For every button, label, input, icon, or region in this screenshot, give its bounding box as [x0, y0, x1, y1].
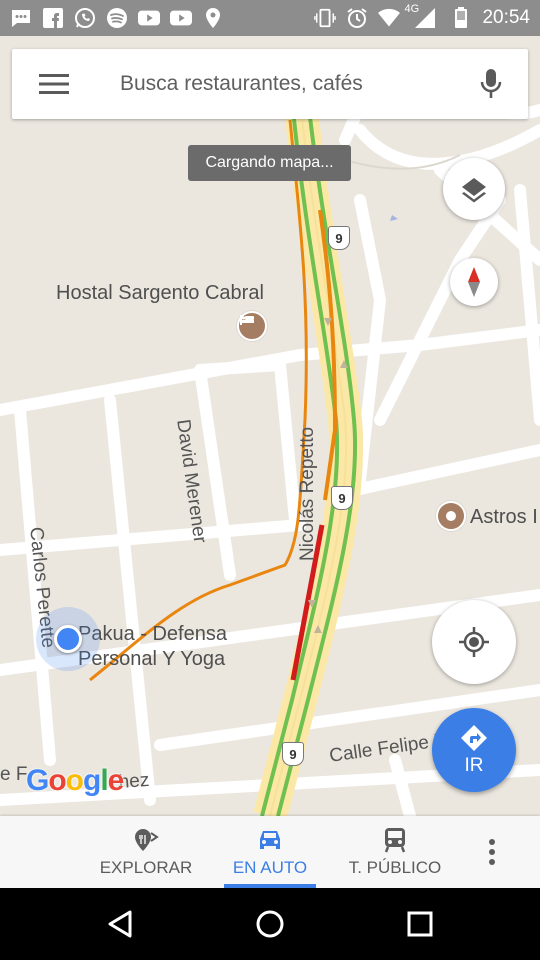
wifi-icon	[378, 7, 401, 29]
tab-drive-label: EN AUTO	[232, 858, 308, 877]
more-vert-icon	[489, 839, 495, 865]
search-input[interactable]: Busca restaurantes, cafés	[120, 72, 464, 96]
street-label-nicolas-repetto: Nicolás Repetto	[297, 426, 318, 561]
tab-explore[interactable]: EXPLORAR	[96, 816, 196, 888]
route-shield: 9	[331, 486, 353, 510]
alarm-icon	[346, 7, 368, 29]
my-location-button[interactable]	[432, 600, 516, 684]
loading-toast: Cargando mapa...	[188, 145, 351, 181]
spotify-icon	[106, 7, 128, 29]
system-nav-bar	[0, 888, 540, 960]
explore-pin-icon	[132, 826, 160, 854]
home-button[interactable]	[250, 904, 290, 944]
recents-icon	[407, 911, 433, 937]
route-shield: 9	[282, 742, 304, 766]
facebook-icon	[42, 7, 64, 29]
youtube-icon	[170, 7, 192, 29]
search-bar[interactable]: Busca restaurantes, cafés	[12, 49, 528, 119]
bottom-tab-bar: EXPLORAR EN AUTO T. PÚBLICO	[0, 816, 540, 888]
menu-button[interactable]	[24, 49, 84, 119]
place-label-pakua[interactable]: Pakua - Defensa Personal Y Yoga	[78, 622, 227, 672]
signal-icon: 4G	[404, 3, 440, 29]
youtube-icon	[138, 7, 160, 29]
network-type-label: 4G	[404, 3, 420, 15]
poi-icon[interactable]	[436, 501, 466, 531]
train-icon	[381, 826, 409, 854]
go-button-label: IR	[464, 755, 484, 776]
back-icon	[108, 910, 132, 938]
crosshair-icon	[459, 627, 489, 657]
street-label-fragment: e F	[0, 764, 28, 785]
overflow-menu-button[interactable]	[478, 830, 506, 874]
hamburger-icon	[39, 74, 69, 94]
car-icon	[256, 826, 284, 854]
vibrate-icon	[314, 7, 337, 29]
whatsapp-icon	[74, 7, 96, 29]
clock: 20:54	[482, 7, 530, 28]
layers-icon	[462, 178, 486, 203]
place-label-astros[interactable]: Astros I	[470, 506, 538, 529]
compass-button[interactable]	[450, 258, 498, 306]
home-icon	[256, 910, 284, 938]
directions-icon	[461, 725, 487, 751]
battery-icon	[450, 7, 472, 29]
microphone-icon	[480, 69, 502, 98]
compass-icon	[468, 267, 480, 297]
back-button[interactable]	[100, 904, 140, 944]
recents-button[interactable]	[400, 904, 440, 944]
place-label-hostal[interactable]: Hostal Sargento Cabral	[56, 282, 264, 305]
status-bar: 4G 20:54	[0, 0, 540, 36]
tab-explore-label: EXPLORAR	[99, 858, 193, 877]
my-location-dot	[54, 625, 82, 653]
hotel-icon[interactable]	[237, 311, 267, 341]
go-button[interactable]: IR	[432, 708, 516, 792]
google-logo: Google	[26, 764, 124, 797]
layers-button[interactable]	[443, 158, 505, 220]
location-icon	[202, 7, 224, 29]
route-shield: 9	[328, 226, 350, 250]
voice-search-button[interactable]	[464, 49, 518, 119]
tab-transit-label: T. PÚBLICO	[348, 858, 442, 877]
messages-icon	[10, 7, 32, 29]
tab-drive[interactable]: EN AUTO	[222, 816, 318, 888]
tab-transit[interactable]: T. PÚBLICO	[340, 816, 450, 888]
